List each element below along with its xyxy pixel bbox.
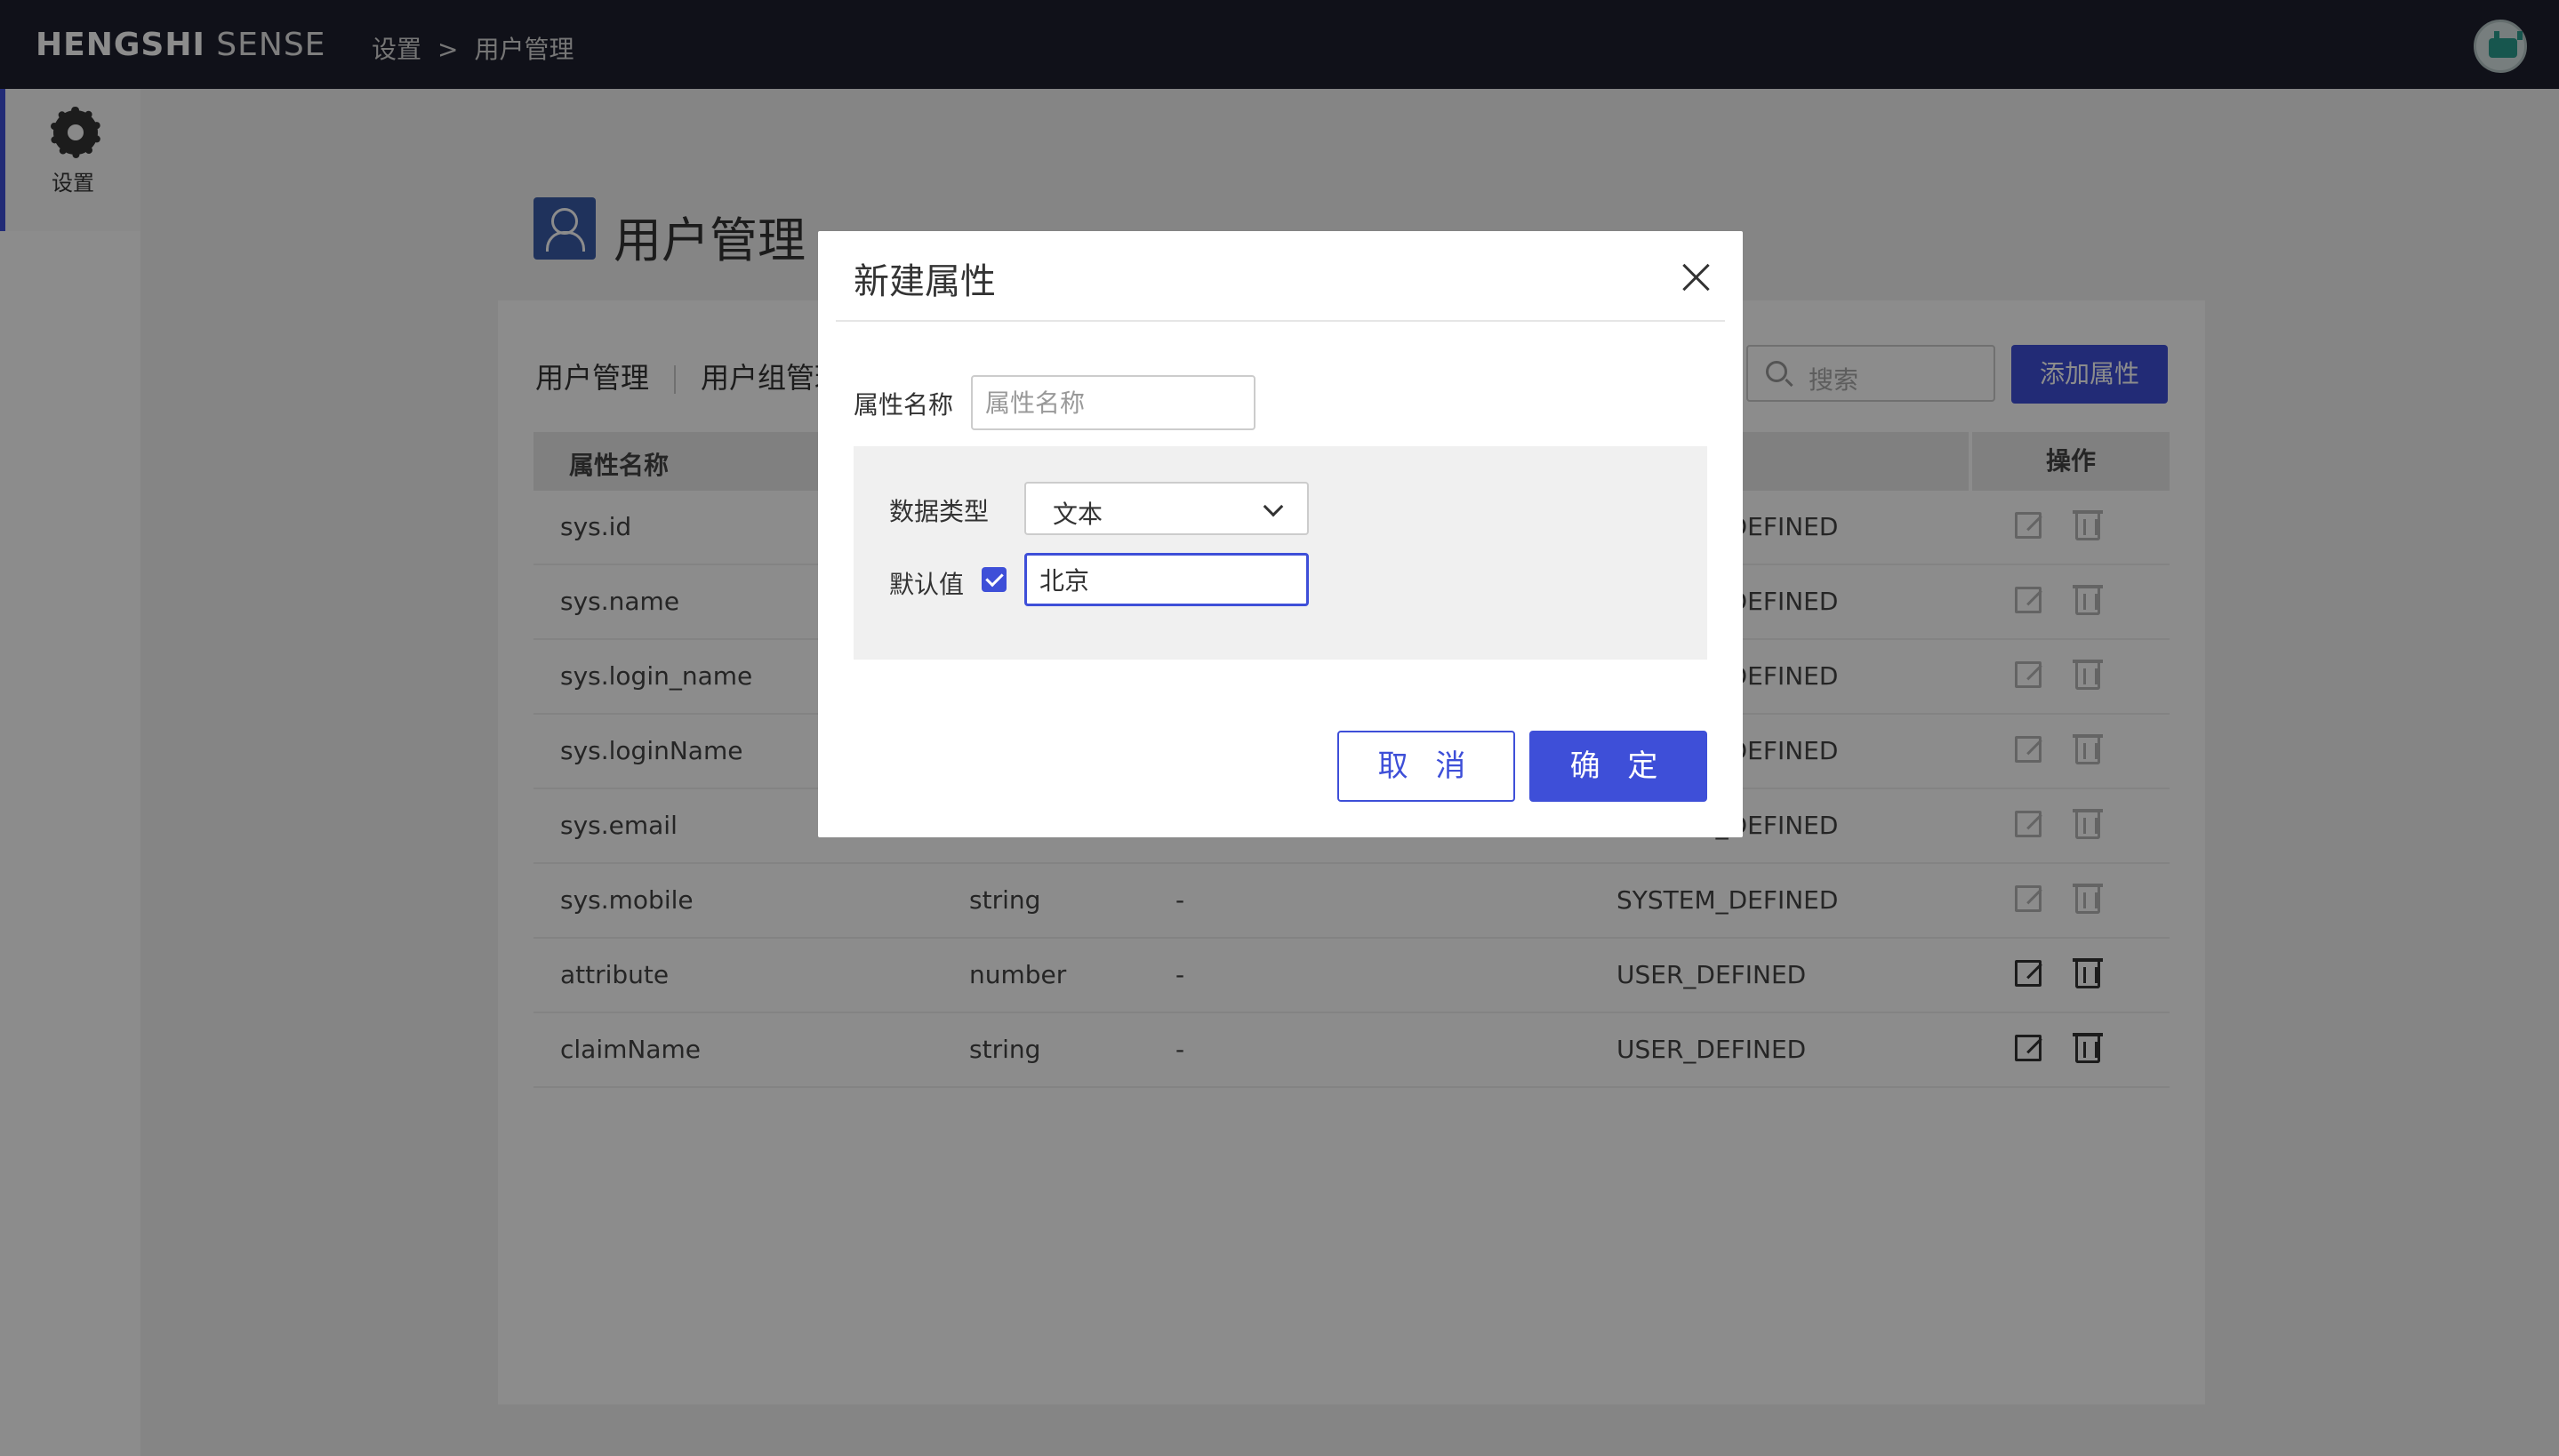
attribute-settings-panel: 数据类型 文本 默认值 (854, 446, 1707, 660)
new-attribute-dialog: 新建属性 属性名称 数据类型 文本 默认值 取 消 确 定 (818, 231, 1743, 837)
attribute-name-label: 属性名称 (854, 390, 954, 420)
data-type-select[interactable]: 文本 (1024, 482, 1309, 535)
default-value-label: 默认值 (889, 570, 965, 599)
confirm-button[interactable]: 确 定 (1529, 731, 1707, 802)
chevron-down-icon (1263, 496, 1284, 517)
default-value-checkbox[interactable] (982, 567, 1007, 592)
default-value-input[interactable] (1024, 553, 1309, 606)
data-type-label: 数据类型 (889, 497, 990, 526)
dialog-title: 新建属性 (854, 261, 996, 302)
cancel-button[interactable]: 取 消 (1337, 731, 1515, 802)
attribute-name-input[interactable] (971, 375, 1255, 430)
dialog-divider (836, 320, 1725, 322)
close-icon[interactable] (1679, 260, 1714, 295)
data-type-value: 文本 (1053, 500, 1103, 529)
